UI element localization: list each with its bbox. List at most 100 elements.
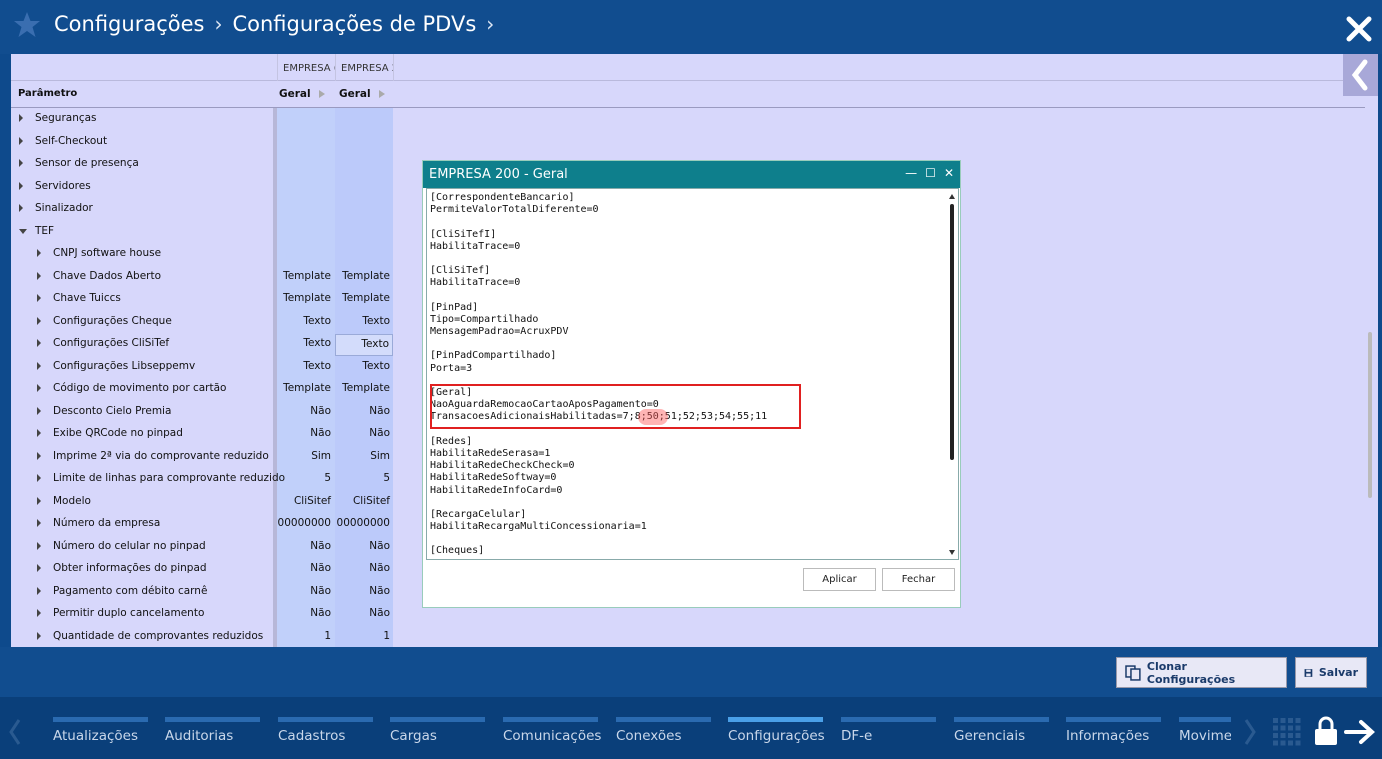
tree-row[interactable]: Sensor de presença: [11, 154, 393, 176]
expand-right-icon[interactable]: [37, 564, 41, 572]
favorite-star-icon[interactable]: [12, 10, 42, 40]
nav-tab[interactable]: Comunicações: [503, 697, 608, 759]
expand-right-icon[interactable]: [19, 181, 23, 190]
row-value-empresa-1[interactable]: 00000000: [277, 517, 335, 529]
group-header-geral-2[interactable]: Geral: [339, 88, 385, 100]
expand-right-icon[interactable]: [37, 451, 41, 460]
expand-right-icon[interactable]: [19, 159, 23, 167]
expand-right-icon[interactable]: [37, 631, 41, 640]
expand-right-icon[interactable]: [37, 249, 41, 257]
expand-right-icon[interactable]: [19, 136, 23, 145]
maximize-icon[interactable]: ☐: [925, 166, 936, 180]
config-textarea[interactable]: [CorrespondenteBancario] PermiteValorTota…: [426, 188, 959, 560]
row-value-empresa-2[interactable]: Não: [335, 427, 393, 439]
nav-tab[interactable]: Conexões: [616, 697, 721, 759]
row-value-empresa-1[interactable]: Sim: [277, 450, 335, 462]
tree-row[interactable]: Obter informações do pinpad Não Não: [11, 559, 393, 581]
tree-row[interactable]: Quantidade de comprovantes reduzidos 1 1: [11, 627, 393, 648]
expand-right-icon[interactable]: [37, 519, 41, 527]
nav-tab[interactable]: Cargas: [390, 697, 495, 759]
row-value-empresa-2[interactable]: CliSitef: [335, 495, 393, 507]
tree-row[interactable]: CNPJ software house: [11, 244, 393, 266]
row-value-empresa-1[interactable]: Template: [277, 270, 335, 282]
row-value-empresa-2[interactable]: Não: [335, 607, 393, 619]
row-value-empresa-2[interactable]: Texto: [335, 360, 393, 372]
tree-row[interactable]: Self-Checkout: [11, 132, 393, 154]
expand-right-icon[interactable]: [37, 271, 41, 280]
row-value-empresa-1[interactable]: 5: [277, 472, 335, 484]
tree-row[interactable]: Configurações CliSiTef Texto Texto: [11, 334, 393, 356]
row-value-empresa-1[interactable]: Template: [277, 382, 335, 394]
row-value-empresa-1[interactable]: 1: [277, 630, 335, 642]
dialog-titlebar[interactable]: EMPRESA 200 - Geral — ☐ ✕: [423, 161, 960, 188]
nav-tab[interactable]: DF-e: [841, 697, 946, 759]
scroll-up-icon[interactable]: [949, 194, 955, 199]
expand-right-icon[interactable]: [37, 339, 41, 347]
close-icon[interactable]: [1344, 14, 1374, 44]
expand-right-icon[interactable]: [37, 474, 41, 482]
tree-row[interactable]: Imprime 2ª via do comprovante reduzido Si…: [11, 447, 393, 469]
nav-tab[interactable]: Movime: [1179, 697, 1231, 759]
row-value-empresa-2[interactable]: 5: [335, 472, 393, 484]
expand-right-icon[interactable]: [37, 496, 41, 505]
row-value-empresa-1[interactable]: Não: [277, 562, 335, 574]
row-value-empresa-2[interactable]: Sim: [335, 450, 393, 462]
expand-right-icon[interactable]: [37, 384, 41, 392]
row-value-empresa-1[interactable]: Template: [277, 292, 335, 304]
chevron-left-icon[interactable]: [8, 717, 22, 747]
close-button[interactable]: Fechar: [882, 568, 955, 591]
row-value-empresa-1[interactable]: CliSitef: [277, 495, 335, 507]
expand-right-icon[interactable]: [37, 429, 41, 437]
row-value-empresa-2[interactable]: Texto: [335, 334, 393, 356]
nav-tab[interactable]: Informações: [1066, 697, 1171, 759]
column-header-empresa-1[interactable]: EMPRESA (: [277, 54, 336, 81]
expand-right-icon[interactable]: [37, 406, 41, 415]
expand-right-icon[interactable]: [318, 90, 325, 98]
tree-row[interactable]: Limite de linhas para comprovante reduzi…: [11, 469, 393, 491]
minimize-icon[interactable]: —: [905, 166, 917, 180]
row-value-empresa-1[interactable]: Não: [277, 585, 335, 597]
row-value-empresa-1[interactable]: Não: [277, 607, 335, 619]
breadcrumb-configuracoes-pdvs[interactable]: Configurações de PDVs: [232, 12, 476, 36]
tree-row[interactable]: Chave Dados Aberto Template Template: [11, 267, 393, 289]
row-value-empresa-1[interactable]: Não: [277, 427, 335, 439]
row-value-empresa-2[interactable]: 00000000: [335, 517, 393, 529]
tree-row[interactable]: Servidores: [11, 177, 393, 199]
tree-row[interactable]: Pagamento com débito carnê Não Não: [11, 582, 393, 604]
expand-right-icon[interactable]: [37, 541, 41, 550]
nav-tab[interactable]: Gerenciais: [954, 697, 1059, 759]
clone-config-button[interactable]: Clonar Configurações: [1116, 657, 1287, 688]
expand-right-icon[interactable]: [37, 361, 41, 370]
tree-row[interactable]: Sinalizador: [11, 199, 393, 221]
row-value-empresa-2[interactable]: Template: [335, 270, 393, 282]
row-value-empresa-2[interactable]: Não: [335, 585, 393, 597]
vertical-scrollbar[interactable]: [1368, 332, 1372, 498]
row-value-empresa-1[interactable]: Texto: [277, 360, 335, 372]
tree-row[interactable]: Desconto Cielo Premia Não Não: [11, 402, 393, 424]
row-value-empresa-2[interactable]: Texto: [335, 315, 393, 327]
apps-grid-icon[interactable]: [1272, 717, 1302, 747]
nav-tab[interactable]: Cadastros: [278, 697, 383, 759]
tree-row[interactable]: Número da empresa 00000000 00000000: [11, 514, 393, 536]
group-header-geral-1[interactable]: Geral: [279, 88, 325, 100]
expand-right-icon[interactable]: [19, 114, 23, 122]
row-value-empresa-2[interactable]: Template: [335, 382, 393, 394]
expand-right-icon[interactable]: [378, 90, 385, 98]
expand-right-icon[interactable]: [19, 204, 23, 212]
expand-right-icon[interactable]: [37, 609, 41, 617]
tree-row[interactable]: Permitir duplo cancelamento Não Não: [11, 604, 393, 626]
tree-row[interactable]: Número do celular no pinpad Não Não: [11, 537, 393, 559]
expand-right-icon[interactable]: [37, 294, 41, 302]
tree-row[interactable]: Chave Tuiccs Template Template: [11, 289, 393, 311]
chevron-right-icon[interactable]: [1243, 717, 1257, 747]
tree-row[interactable]: Configurações Cheque Texto Texto: [11, 312, 393, 334]
row-value-empresa-1[interactable]: Texto: [277, 315, 335, 327]
lock-icon[interactable]: [1313, 715, 1339, 747]
apply-button[interactable]: Aplicar: [803, 568, 876, 591]
row-value-empresa-1[interactable]: Não: [277, 405, 335, 417]
tree-row[interactable]: Modelo CliSitef CliSitef: [11, 492, 393, 514]
row-value-empresa-2[interactable]: 1: [335, 630, 393, 642]
nav-tab[interactable]: Auditorias: [165, 697, 270, 759]
row-value-empresa-1[interactable]: Texto: [277, 337, 335, 349]
tree-row[interactable]: Código de movimento por cartão Template Te…: [11, 379, 393, 401]
